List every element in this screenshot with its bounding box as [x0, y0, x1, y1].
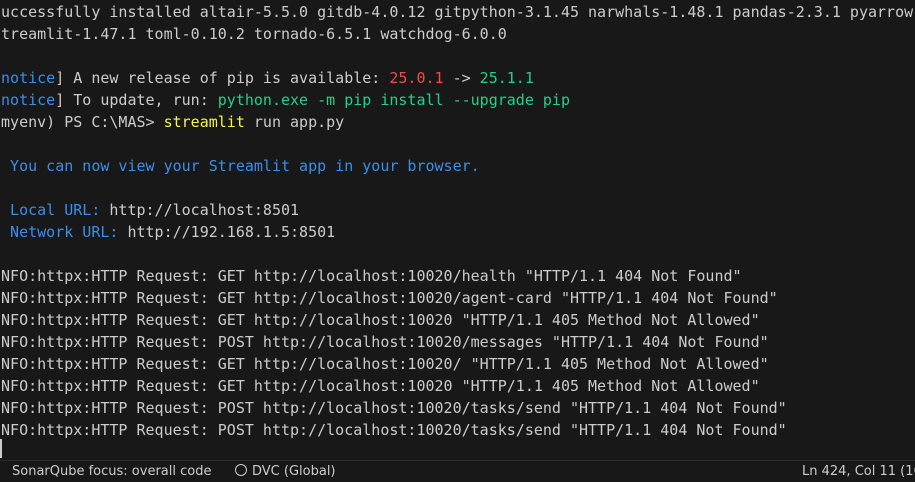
- terminal-line: INFO:httpx:HTTP Request: POST http://loc…: [0, 331, 915, 353]
- terminal-text-segment: 25.1.1: [479, 69, 534, 87]
- terminal-line: [notice] A new release of pip is availab…: [0, 67, 915, 89]
- terminal-line: You can now view your Streamlit app in y…: [0, 155, 915, 177]
- terminal-line: INFO:httpx:HTTP Request: GET http://loca…: [0, 265, 915, 287]
- terminal-text-segment: INFO:httpx:HTTP Request: GET http://loca…: [0, 311, 760, 329]
- terminal-text-segment: streamlit-1.47.1 toml-0.10.2 tornado-6.5…: [0, 25, 507, 43]
- terminal-text-segment: ] To update, run:: [55, 91, 218, 109]
- terminal-line: streamlit-1.47.1 toml-0.10.2 tornado-6.5…: [0, 23, 915, 45]
- terminal-text-segment: INFO:httpx:HTTP Request: GET http://loca…: [0, 289, 778, 307]
- terminal-text-segment: Local URL:: [0, 201, 110, 219]
- terminal-text-segment: INFO:httpx:HTTP Request: POST http://loc…: [0, 399, 787, 417]
- terminal-cursor: [0, 439, 2, 458]
- terminal-text-segment: (myenv) PS C:\MAS>: [0, 113, 164, 131]
- terminal-text-segment: http://192.168.1.5:8501: [127, 223, 336, 241]
- terminal-line: successfully installed altair-5.5.0 gitd…: [0, 1, 915, 23]
- terminal-line: INFO:httpx:HTTP Request: GET http://loca…: [0, 309, 915, 331]
- terminal-text-segment: INFO:httpx:HTTP Request: POST http://loc…: [0, 333, 769, 351]
- sonarqube-focus-status[interactable]: SonarQube focus: overall code: [12, 461, 211, 482]
- terminal-text-segment: ] A new release of pip is available:: [55, 69, 390, 87]
- terminal-text-segment: Network URL:: [0, 223, 128, 241]
- terminal-output: successfully installed altair-5.5.0 gitd…: [0, 1, 915, 441]
- circle-icon: [235, 464, 247, 476]
- terminal-line: INFO:httpx:HTTP Request: GET http://loca…: [0, 375, 915, 397]
- terminal-text-segment: INFO:httpx:HTTP Request: GET http://loca…: [0, 355, 769, 373]
- terminal-text-segment: streamlit: [163, 113, 245, 131]
- terminal-text-segment: python.exe -m pip install --upgrade pip: [217, 91, 570, 109]
- terminal-line: [notice] To update, run: python.exe -m p…: [0, 89, 915, 111]
- terminal-text-segment: ->: [443, 69, 480, 87]
- terminal-line: Local URL: http://localhost:8501: [0, 199, 915, 221]
- terminal-text-segment: INFO:httpx:HTTP Request: GET http://loca…: [0, 377, 760, 395]
- terminal-line: (myenv) PS C:\MAS> streamlit run app.py: [0, 111, 915, 133]
- terminal-text-segment: run app.py: [244, 113, 345, 131]
- status-bar: SonarQube focus: overall code DVC (Globa…: [0, 460, 915, 482]
- dvc-status[interactable]: DVC (Global): [235, 461, 336, 482]
- terminal-text-segment: INFO:httpx:HTTP Request: POST http://loc…: [0, 421, 787, 439]
- terminal-line: INFO:httpx:HTTP Request: POST http://loc…: [0, 397, 915, 419]
- cursor-position-status[interactable]: Ln 424, Col 11 (16: [802, 461, 915, 482]
- terminal-text-segment: successfully installed altair-5.5.0 gitd…: [0, 3, 915, 21]
- terminal-text-segment: notice: [1, 91, 56, 109]
- terminal-line: INFO:httpx:HTTP Request: GET http://loca…: [0, 353, 915, 375]
- terminal-text-segment: http://localhost:8501: [109, 201, 300, 219]
- terminal-text-segment: 25.0.1: [389, 69, 444, 87]
- terminal-line: INFO:httpx:HTTP Request: POST http://loc…: [0, 419, 915, 441]
- terminal-line: Network URL: http://192.168.1.5:8501: [0, 221, 915, 243]
- terminal-panel[interactable]: successfully installed altair-5.5.0 gitd…: [0, 0, 915, 460]
- terminal-text-segment: notice: [1, 69, 56, 87]
- terminal-text-segment: INFO:httpx:HTTP Request: GET http://loca…: [0, 267, 742, 285]
- terminal-line: INFO:httpx:HTTP Request: GET http://loca…: [0, 287, 915, 309]
- dvc-label: DVC (Global): [252, 464, 336, 479]
- terminal-text-segment: You can now view your Streamlit app in y…: [0, 157, 480, 175]
